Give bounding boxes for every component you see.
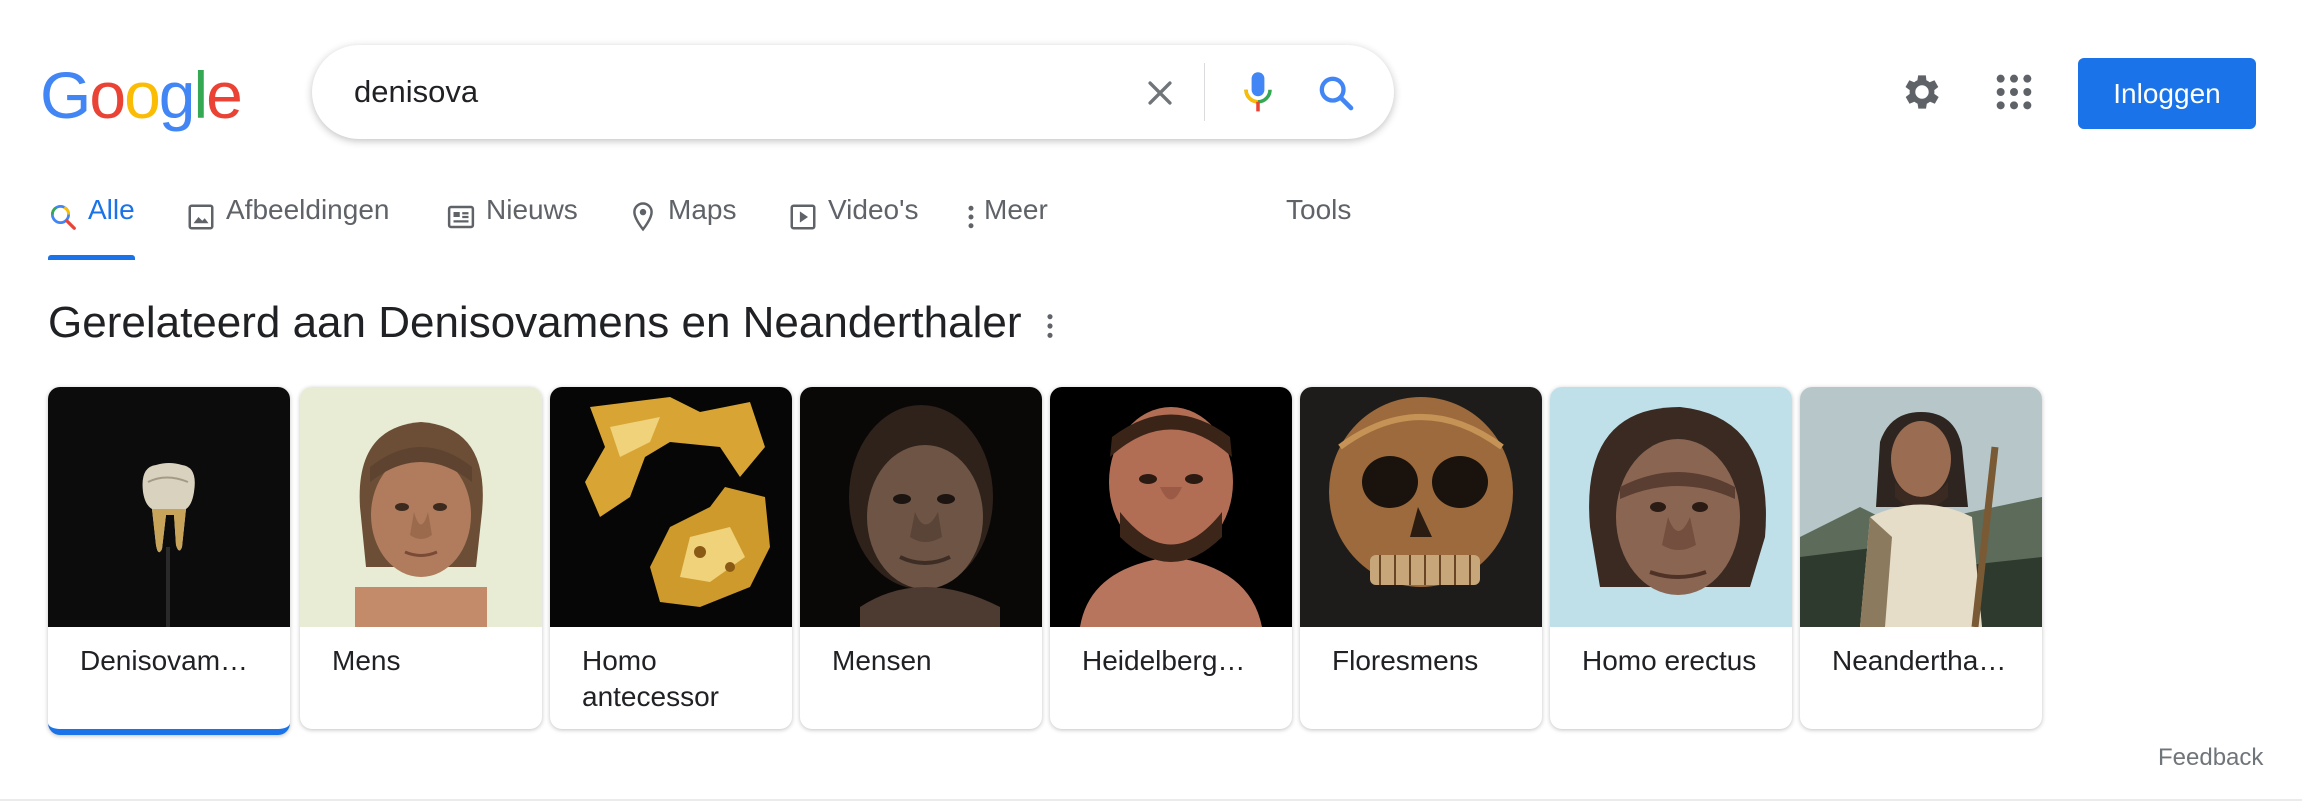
tab-news[interactable]: Nieuws [446, 186, 578, 260]
related-menu-button[interactable] [1036, 306, 1064, 346]
card-thumbnail [1050, 387, 1292, 627]
tab-label: Maps [668, 194, 737, 225]
logo-letter: l [193, 58, 209, 132]
related-section-title: Gerelateerd aan Denisovamens en Neandert… [48, 298, 1022, 347]
card-label: Denisovam… [80, 645, 249, 676]
logo-letter: e [206, 58, 243, 132]
login-button[interactable]: Inloggen [2078, 58, 2256, 129]
logo-letter: o [89, 58, 126, 132]
newspaper-icon [447, 205, 475, 229]
related-card[interactable]: Homo antecessor [550, 387, 792, 729]
card-label: Homo erectus [1582, 645, 1757, 676]
related-card[interactable]: Neandertha… [1800, 387, 2042, 729]
settings-button[interactable] [1896, 66, 1948, 118]
related-card[interactable]: Mensen [800, 387, 1042, 729]
voice-search-button[interactable] [1230, 65, 1286, 121]
card-thumbnail [1800, 387, 2042, 627]
active-tab-indicator [48, 255, 135, 260]
tab-maps[interactable]: Maps [628, 186, 736, 260]
gear-icon [1905, 75, 1939, 109]
card-thumbnail [550, 387, 792, 627]
tab-label: Tools [1286, 194, 1352, 225]
related-carousel: Denisovam… Mens Homo antecessor Mensen H… [48, 387, 2048, 737]
tab-videos[interactable]: Video's [788, 186, 918, 260]
card-label: Mens [332, 645, 401, 676]
feedback-link[interactable]: Feedback [2158, 744, 2263, 772]
logo-letter: o [124, 58, 161, 132]
card-thumbnail [300, 387, 542, 627]
tab-label: Nieuws [486, 194, 578, 225]
tab-label: Alle [88, 194, 135, 225]
logo-letter: g [158, 58, 196, 132]
close-icon [1148, 81, 1172, 105]
tab-images[interactable]: Afbeeldingen [186, 186, 389, 260]
divider [0, 799, 2302, 801]
card-thumbnail [1550, 387, 1792, 627]
related-card[interactable]: Floresmens [1300, 387, 1542, 729]
tab-more[interactable]: Meer [966, 186, 1048, 260]
map-pin-icon [633, 202, 653, 232]
tab-label: Afbeeldingen [226, 194, 390, 225]
search-box [312, 45, 1394, 139]
related-card[interactable]: Homo erectus [1550, 387, 1792, 729]
microphone-icon [1244, 72, 1272, 112]
tab-label: Video's [828, 194, 919, 225]
card-label: Mensen [832, 645, 932, 676]
google-logo[interactable]: Google [40, 58, 243, 132]
tab-all[interactable]: Alle [48, 186, 135, 260]
card-thumbnail [1300, 387, 1542, 627]
related-card[interactable]: Heidelberg… [1050, 387, 1292, 729]
search-submit-button[interactable] [1308, 65, 1364, 121]
search-icon [1319, 76, 1354, 111]
related-card[interactable]: Mens [300, 387, 542, 729]
image-icon [188, 204, 214, 230]
clear-search-button[interactable] [1134, 67, 1186, 119]
card-thumbnail [800, 387, 1042, 627]
card-label: Floresmens [1332, 645, 1479, 676]
more-vert-icon [968, 205, 974, 229]
google-apps-button[interactable] [1988, 66, 2040, 118]
more-vert-icon [1047, 314, 1053, 338]
card-label: Neandertha… [1832, 645, 2007, 676]
card-label: Homo antecessor [582, 645, 719, 712]
card-thumbnail [48, 387, 290, 627]
search-results-page: Google denisova Inloggen Alle Afbeelding… [0, 0, 2302, 802]
search-icon [50, 205, 76, 230]
card-label: Heidelberg… [1082, 645, 1246, 676]
play-icon [790, 204, 816, 230]
apps-grid-icon [1996, 74, 2032, 110]
related-card[interactable]: Denisovam… [48, 387, 290, 735]
tab-label: Meer [984, 194, 1048, 225]
tab-tools[interactable]: Tools [1286, 186, 1351, 260]
search-input[interactable] [354, 67, 1114, 117]
search-divider [1204, 63, 1205, 121]
search-tabs: Alle Afbeeldingen Nieuws Maps Video's Me… [48, 186, 1408, 260]
logo-letter: G [40, 58, 91, 132]
